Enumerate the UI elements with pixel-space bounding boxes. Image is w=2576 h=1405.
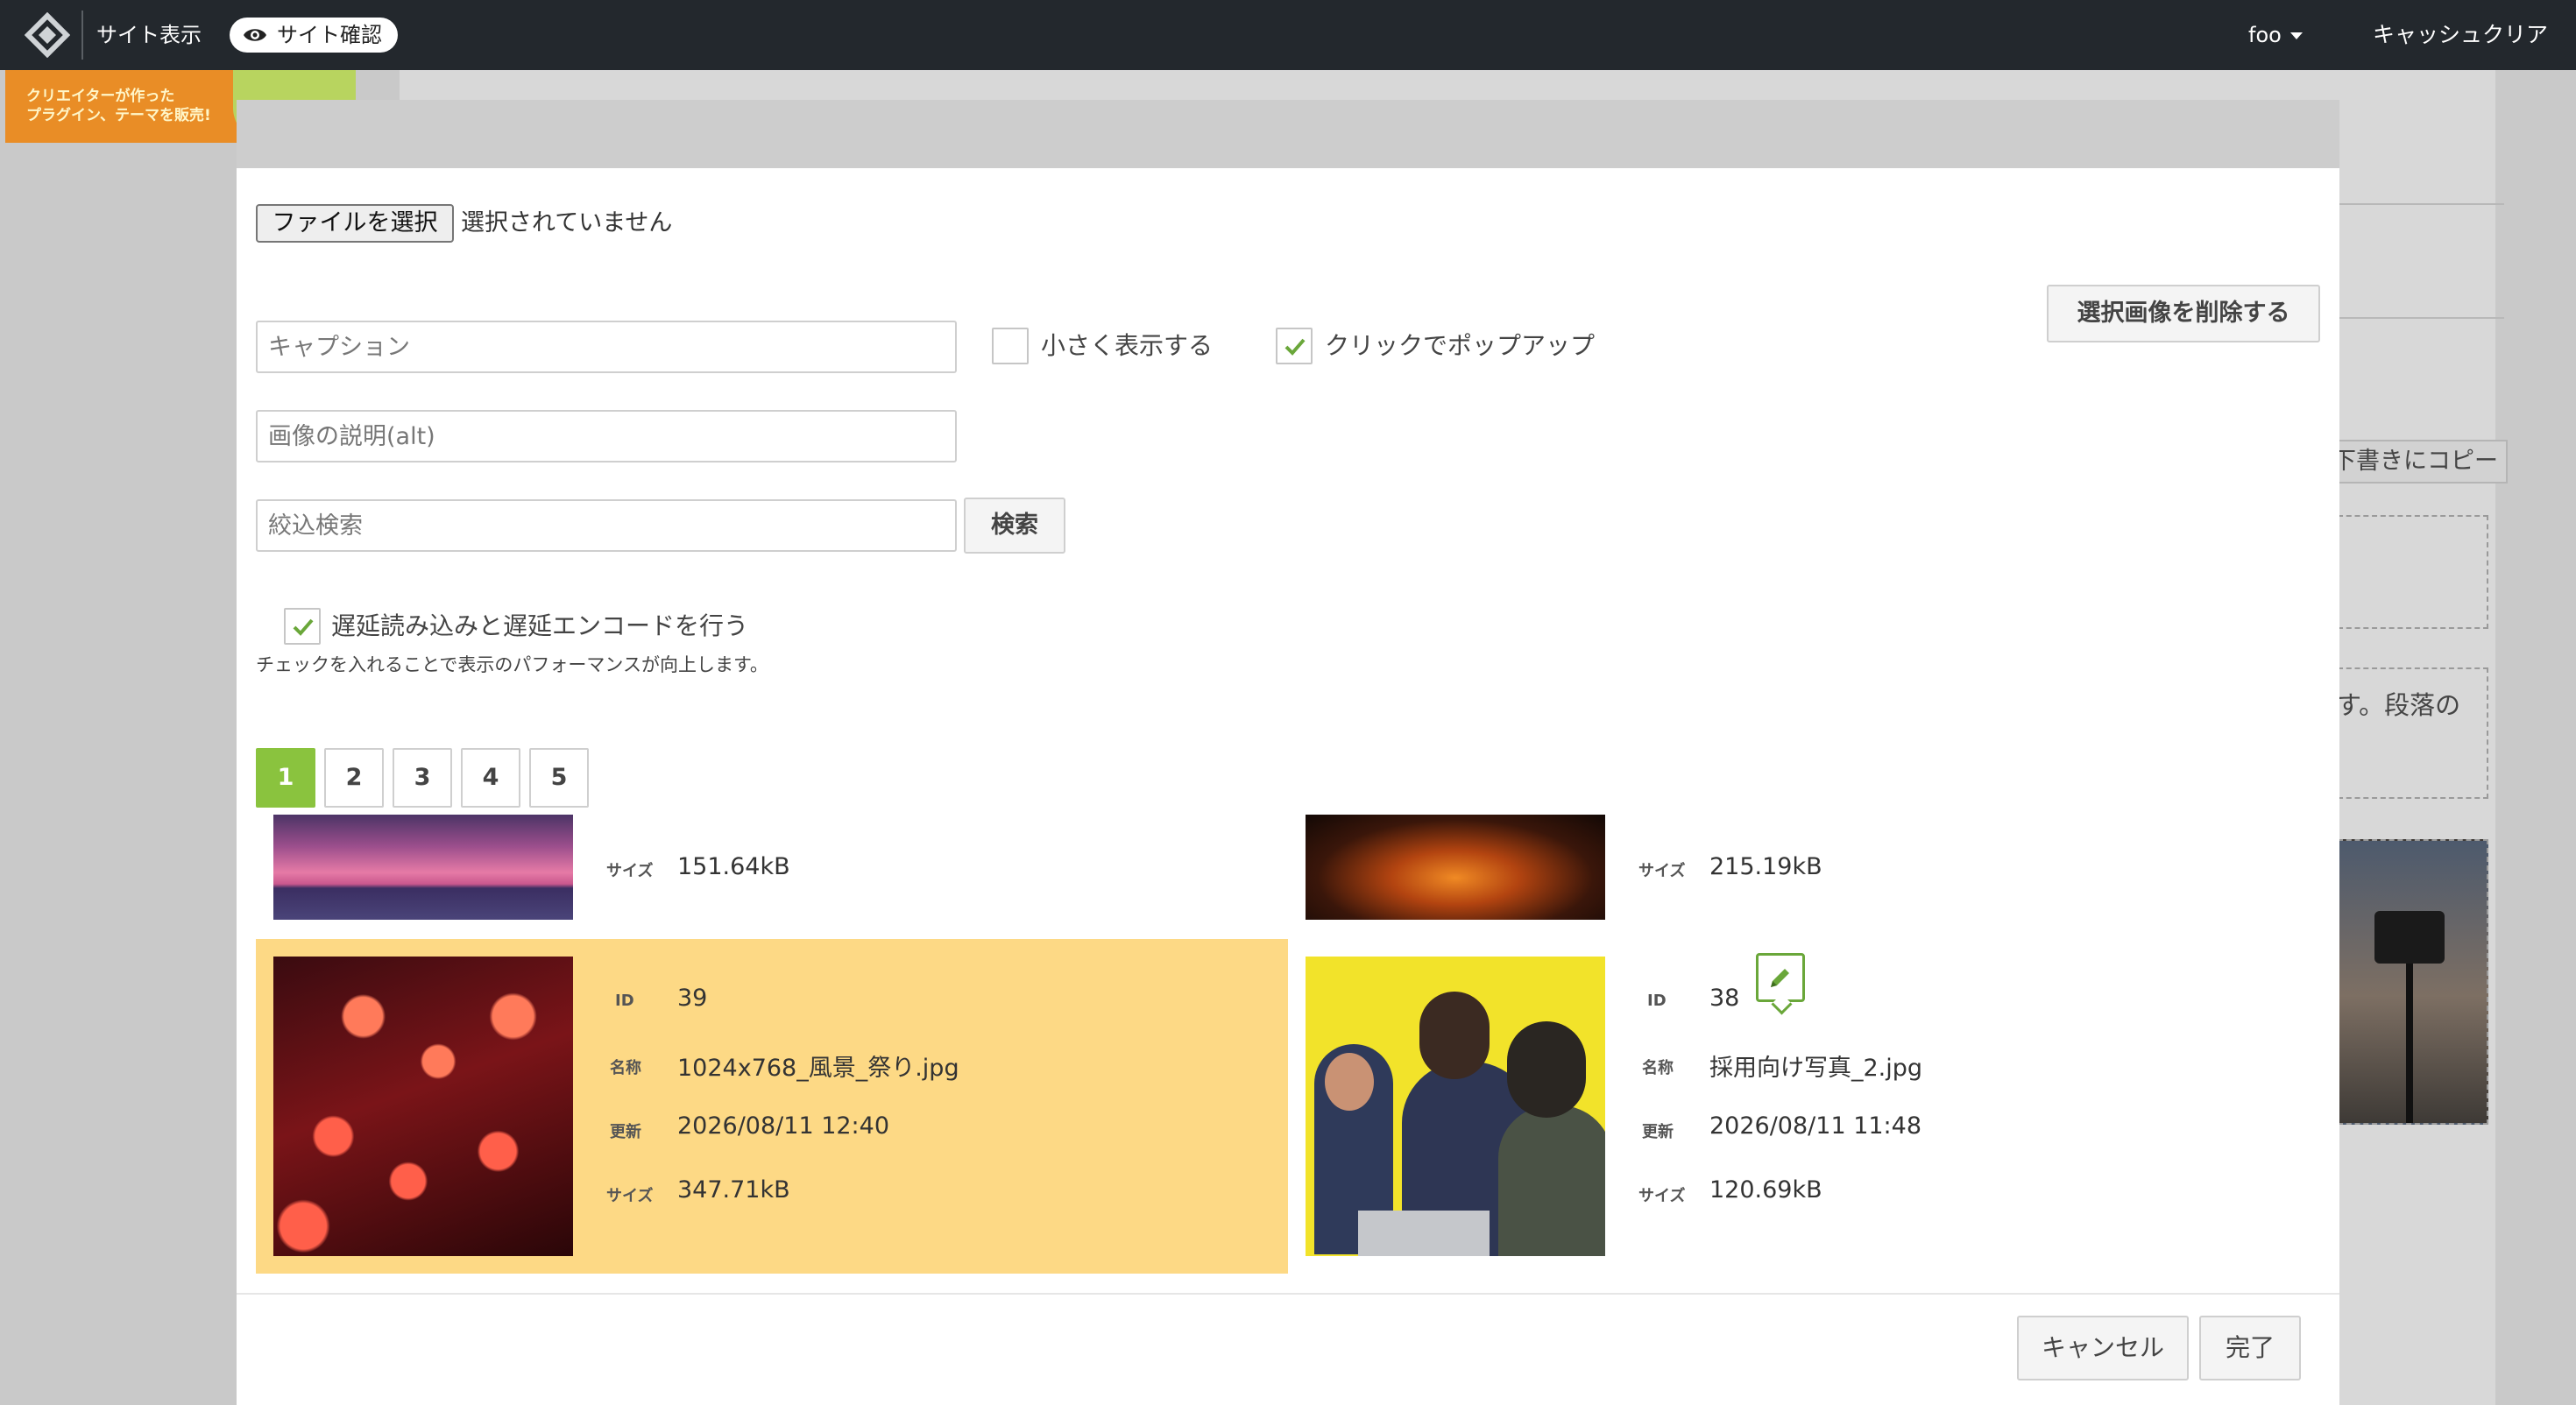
size-label: サイズ <box>606 1187 654 1205</box>
person-shape <box>1498 1105 1605 1256</box>
updated-label: 更新 <box>610 1123 641 1141</box>
thumbnail-image[interactable] <box>273 815 573 920</box>
name-label: 名称 <box>1642 1059 1674 1077</box>
caret-down-icon <box>2289 32 2303 39</box>
site-view-link[interactable]: サイト表示 <box>96 19 202 51</box>
popup-label: クリックでポップアップ <box>1325 331 1596 360</box>
thumbnail-image[interactable] <box>1306 815 1605 920</box>
size-value: 151.64kB <box>677 853 790 880</box>
image-list-item-selected[interactable]: ID 39 名称 1024x768_風景_祭り.jpg 更新 2026/08/1… <box>256 939 1288 1274</box>
lazy-load-checkbox[interactable] <box>284 608 321 645</box>
banner-text-line1: クリエイターが作った <box>26 88 175 105</box>
page-button-3[interactable]: 3 <box>393 748 452 808</box>
dialog-footer-divider <box>237 1293 2339 1295</box>
thumbnail-image[interactable] <box>1306 957 1605 1256</box>
updated-value: 2026/08/11 11:48 <box>1709 1112 1922 1140</box>
logo-icon[interactable] <box>25 12 70 58</box>
person-shape <box>1325 1053 1374 1111</box>
page-button-2[interactable]: 2 <box>324 748 384 808</box>
alt-text-input[interactable] <box>256 410 957 462</box>
pencil-icon <box>1771 969 1789 987</box>
file-select-button[interactable]: ファイルを選択 <box>256 204 454 243</box>
lazy-load-hint: チェックを入れることで表示のパフォーマンスが向上します。 <box>256 654 768 675</box>
page-button-5[interactable]: 5 <box>529 748 589 808</box>
copy-to-draft-button: 下書きにコピー <box>2313 440 2508 484</box>
thumbnail-image[interactable] <box>273 957 573 1256</box>
size-value: 347.71kB <box>677 1176 790 1204</box>
image-list-item[interactable]: ID 38 名称 採用向け写真_2.jpg 更新 2026/08/11 11:4… <box>1288 939 2320 1274</box>
site-check-label: サイト確認 <box>277 23 382 47</box>
dialog-header <box>237 100 2339 168</box>
small-display-checkbox[interactable] <box>992 328 1029 364</box>
laptop-shape <box>1358 1211 1490 1256</box>
size-value: 120.69kB <box>1709 1176 1822 1204</box>
updated-label: 更新 <box>1642 1123 1674 1141</box>
cancel-button[interactable]: キャンセル <box>2017 1316 2189 1380</box>
tripod-shape <box>2406 964 2413 1123</box>
check-icon <box>1284 338 1306 356</box>
banner-text-line2: プラグイン、テーマを販売! <box>26 107 211 124</box>
name-label: 名称 <box>610 1059 641 1077</box>
popup-checkbox[interactable] <box>1276 328 1313 364</box>
name-value: 1024x768_風景_祭り.jpg <box>677 1055 959 1082</box>
filter-search-input[interactable] <box>256 499 957 552</box>
background-photo <box>2338 839 2488 1125</box>
check-icon <box>293 618 314 636</box>
background-block <box>2338 515 2488 629</box>
admin-bar-divider <box>81 11 83 60</box>
page-button-4[interactable]: 4 <box>461 748 520 808</box>
small-display-label: 小さく表示する <box>1041 331 1214 360</box>
person-shape <box>1507 1021 1586 1118</box>
caption-input[interactable] <box>256 321 957 373</box>
id-label: ID <box>1647 992 1667 1010</box>
admin-bar: サイト表示 サイト確認 foo キャッシュクリア <box>0 0 2576 70</box>
background-block: す。段落の <box>2336 667 2488 799</box>
site-check-button[interactable]: サイト確認 <box>230 18 398 53</box>
eye-icon <box>244 29 266 41</box>
size-label: サイズ <box>606 862 654 880</box>
updated-value: 2026/08/11 12:40 <box>677 1112 890 1140</box>
background-paragraph-text: す。段落の <box>2336 690 2461 720</box>
id-label: ID <box>615 992 634 1010</box>
image-list-item[interactable]: サイズ 151.64kB <box>256 815 1288 920</box>
image-list-item[interactable]: サイズ 215.19kB <box>1288 815 2320 920</box>
name-value: 採用向け写真_2.jpg <box>1709 1055 1923 1082</box>
user-name: foo <box>2248 23 2282 47</box>
person-shape <box>1419 992 1490 1079</box>
id-value: 39 <box>677 985 708 1012</box>
size-value: 215.19kB <box>1709 853 1822 880</box>
image-select-dialog: ファイルを選択 選択されていません 検索 小さく表示する クリックでポップアップ… <box>237 100 2339 1405</box>
delete-selected-button[interactable]: 選択画像を削除する <box>2047 285 2320 342</box>
done-button[interactable]: 完了 <box>2199 1316 2301 1380</box>
size-label: サイズ <box>1638 862 1686 880</box>
file-status-text: 選択されていません <box>461 209 673 237</box>
search-button[interactable]: 検索 <box>964 498 1065 554</box>
edit-button[interactable] <box>1756 953 1805 1002</box>
page-button-1[interactable]: 1 <box>256 748 315 808</box>
camera-shape <box>2374 911 2445 964</box>
background-divider <box>2338 317 2504 319</box>
cache-clear-link[interactable]: キャッシュクリア <box>2373 19 2548 51</box>
size-label: サイズ <box>1638 1187 1686 1205</box>
background-divider <box>2338 203 2504 205</box>
lazy-load-label: 遅延読み込みと遅延エンコードを行う <box>331 611 749 640</box>
id-value: 38 <box>1709 985 1740 1012</box>
user-menu[interactable]: foo <box>2248 19 2303 51</box>
